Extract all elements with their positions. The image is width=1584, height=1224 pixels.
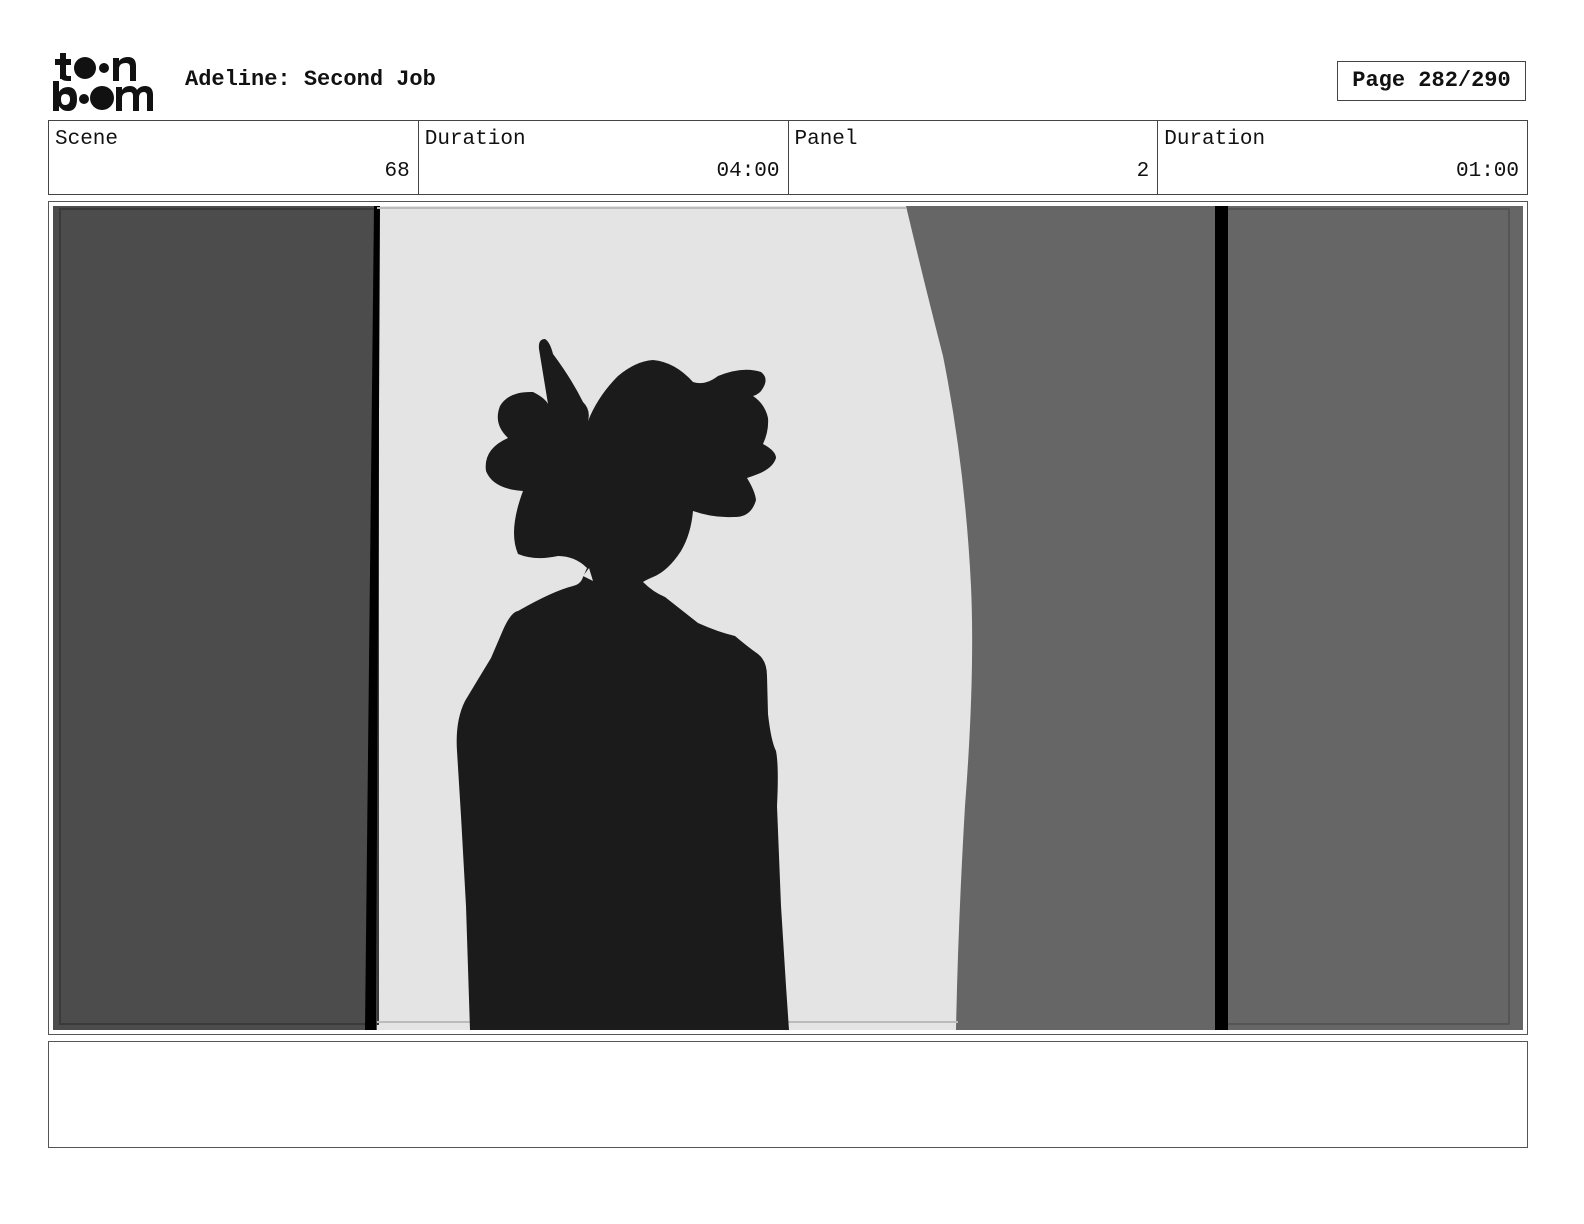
panel-value: 2 [1136,160,1150,183]
left-wall [53,206,377,1030]
scene-duration-label: Duration [424,128,526,151]
scene-label: Scene [55,128,119,151]
caption-box [48,1041,1528,1148]
panel-cell: Panel 2 [789,121,1159,194]
panel-info-table: Scene 68 Duration 04:00 Panel 2 Duration… [48,120,1528,195]
panel-duration-label: Duration [1164,128,1266,151]
storyboard-panel-image [53,206,1523,1030]
character-silhouette [456,339,789,1030]
scene-value: 68 [384,160,410,183]
toon-boom-logo [53,53,153,111]
right-door-frame-line [1215,206,1228,1030]
panel-label: Panel [794,128,858,151]
panel-duration-cell: Duration 01:00 [1158,121,1527,194]
project-title: Adeline: Second Job [185,67,436,92]
panel-duration-value: 01:00 [1455,160,1519,183]
right-curtain [906,206,1523,1030]
scene-cell: Scene 68 [49,121,419,194]
scene-duration-cell: Duration 04:00 [419,121,789,194]
scene-duration-value: 04:00 [716,160,780,183]
page-number: Page 282/290 [1337,61,1526,101]
